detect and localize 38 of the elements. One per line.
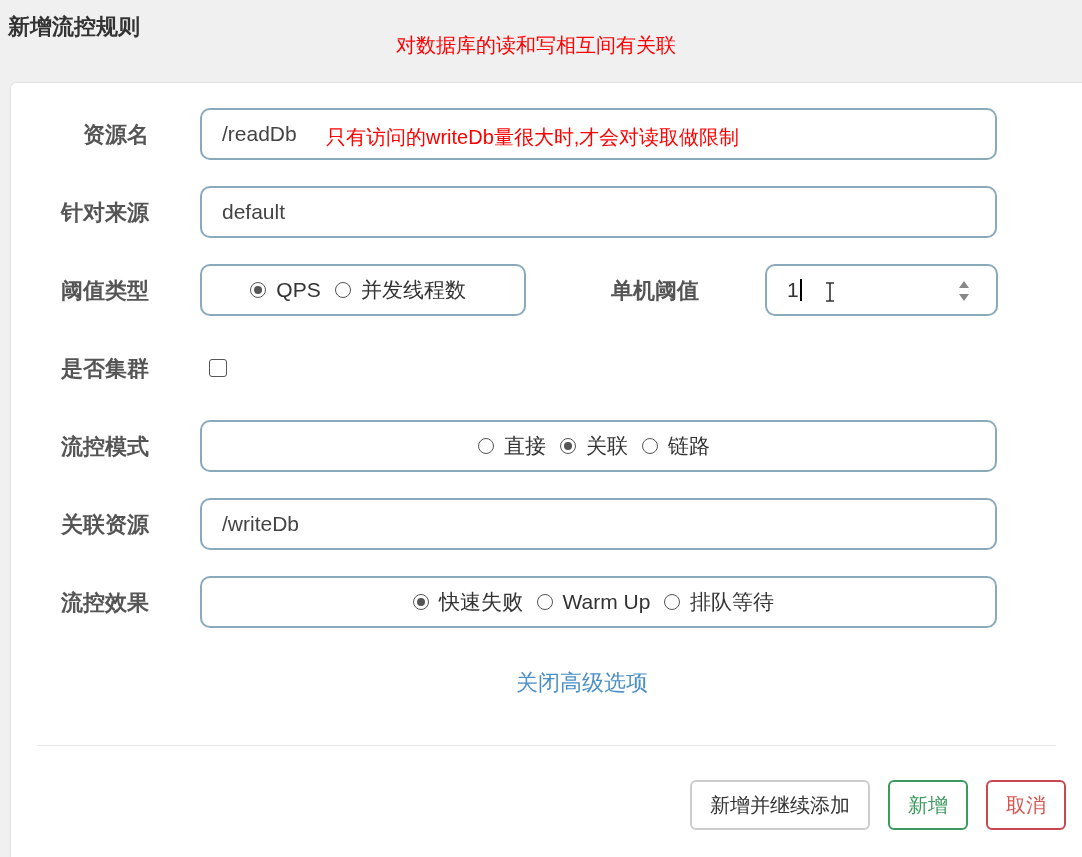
input-field[interactable]: /writeDb (200, 498, 997, 550)
dialog-title: 新增流控规则 (8, 13, 140, 41)
field-label: 是否集群 (60, 354, 149, 383)
checkbox[interactable] (209, 359, 227, 377)
annotation-text: 对数据库的读和写相互间有关联 (396, 33, 676, 58)
radio-button[interactable] (334, 282, 351, 298)
radio-label: 排队等待 (690, 589, 775, 616)
radio-button[interactable] (641, 438, 658, 454)
input-field[interactable]: /readDb 只有访问的writeDb量很大时,才会对读取做限制 (200, 108, 997, 160)
radio-label: Warm Up (562, 589, 651, 616)
add-button[interactable]: 新增 (888, 780, 968, 830)
number-field[interactable]: 1 (765, 264, 998, 316)
field-label: 关联资源 (60, 510, 149, 539)
input-field[interactable]: default (200, 186, 997, 238)
field-label: 资源名 (82, 120, 149, 149)
radio-label: 快速失败 (438, 589, 523, 616)
radio-label: 关联 (585, 433, 628, 460)
radio-button[interactable] (536, 594, 553, 610)
radio-button[interactable] (664, 594, 681, 610)
radio-button[interactable] (250, 282, 267, 298)
field-label: 流控效果 (60, 588, 149, 617)
cancel-button[interactable]: 取消 (986, 780, 1066, 830)
radio-button[interactable] (477, 438, 494, 454)
field-label: 阈值类型 (60, 276, 149, 305)
annotation-text: 只有访问的writeDb量很大时,才会对读取做限制 (326, 125, 740, 150)
radio-label: QPS (276, 277, 321, 304)
radio-label: 并发线程数 (360, 277, 466, 304)
text-cursor-icon (825, 282, 835, 302)
radio-label: 链路 (667, 433, 710, 460)
radio-button[interactable] (559, 438, 576, 454)
text-caret (799, 279, 802, 301)
spinner-icon[interactable] (958, 280, 970, 302)
radio-button[interactable] (412, 594, 429, 610)
field-label: 单机阈值 (611, 276, 700, 305)
field-label: 流控模式 (60, 432, 149, 461)
add-and-continue-button[interactable]: 新增并继续添加 (690, 780, 870, 830)
field-label: 针对来源 (59, 198, 149, 227)
radio-label: 直接 (503, 433, 546, 460)
